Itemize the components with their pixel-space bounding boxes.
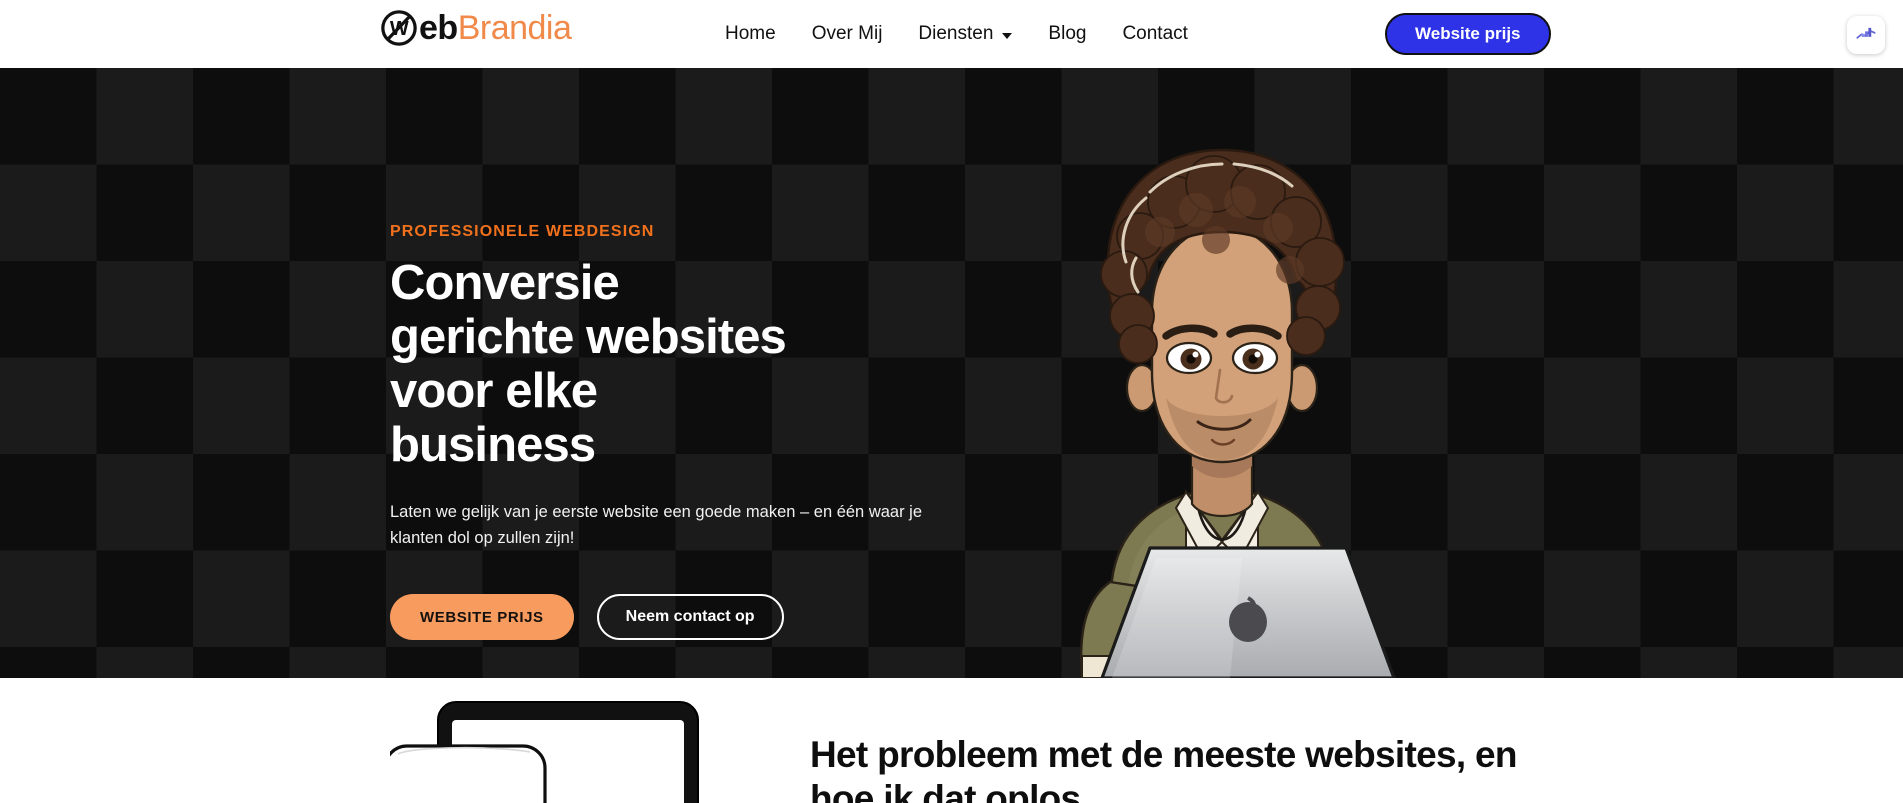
nav-item-diensten[interactable]: Diensten [918,23,1013,45]
nav-item-blog[interactable]: Blog [1048,23,1086,45]
hero-contact-button[interactable]: Neem contact op [596,594,784,640]
hero-subtitle: Laten we gelijk van je eerste website ee… [390,502,923,548]
hero-eyebrow: PROFESSIONELE WEBDESIGN [390,223,655,240]
nav-item-label: Diensten [918,23,994,44]
nav-item-over-mij[interactable]: Over Mij [812,23,883,45]
analytics-widget-button[interactable] [1847,16,1885,54]
device-mockup-group [390,694,770,803]
nav-item-home[interactable]: Home [725,23,776,45]
nav-item-contact[interactable]: Contact [1122,23,1187,45]
nav-item-label: Over Mij [811,23,883,44]
nav-item-label: Home [725,23,776,44]
main-navigation: Home Over Mij Diensten Blog Contact [725,0,1188,68]
problem-section: W eb Brandia Webdesign blueprints Het pr… [0,678,1903,803]
nav-item-label: Contact [1122,23,1188,44]
nav-item-label: Blog [1048,23,1087,44]
page-root: W eb Brandia Home Over Mij Diensten Blog… [0,0,1903,803]
hero-content: PROFESSIONELE WEBDESIGN Conversie gerich… [390,223,990,640]
svg-text:W: W [390,18,409,40]
header-website-prijs-button[interactable]: Website prijs [1385,13,1551,55]
chevron-down-icon [1002,32,1013,39]
hero-person-illustration [990,140,1450,678]
site-logo[interactable]: W eb Brandia [380,9,572,47]
header-cta-label: Website prijs [1415,24,1521,43]
logo-w-circle-icon: W [380,9,418,47]
hero-website-prijs-button[interactable]: WEBSITE PRIJS [390,594,574,640]
hero-title: Conversie gerichte websites voor elke bu… [390,256,787,472]
problem-section-heading: Het probleem met de meeste websites, en … [810,734,1517,803]
hero-button-group: WEBSITE PRIJS Neem contact op [390,594,990,640]
hero-section: PROFESSIONELE WEBDESIGN Conversie gerich… [0,68,1903,678]
logo-text-eb: eb [419,9,458,47]
bar-chart-icon [1855,22,1877,49]
site-header: W eb Brandia Home Over Mij Diensten Blog… [0,0,1903,68]
logo-text-brandia: Brandia [457,9,572,47]
